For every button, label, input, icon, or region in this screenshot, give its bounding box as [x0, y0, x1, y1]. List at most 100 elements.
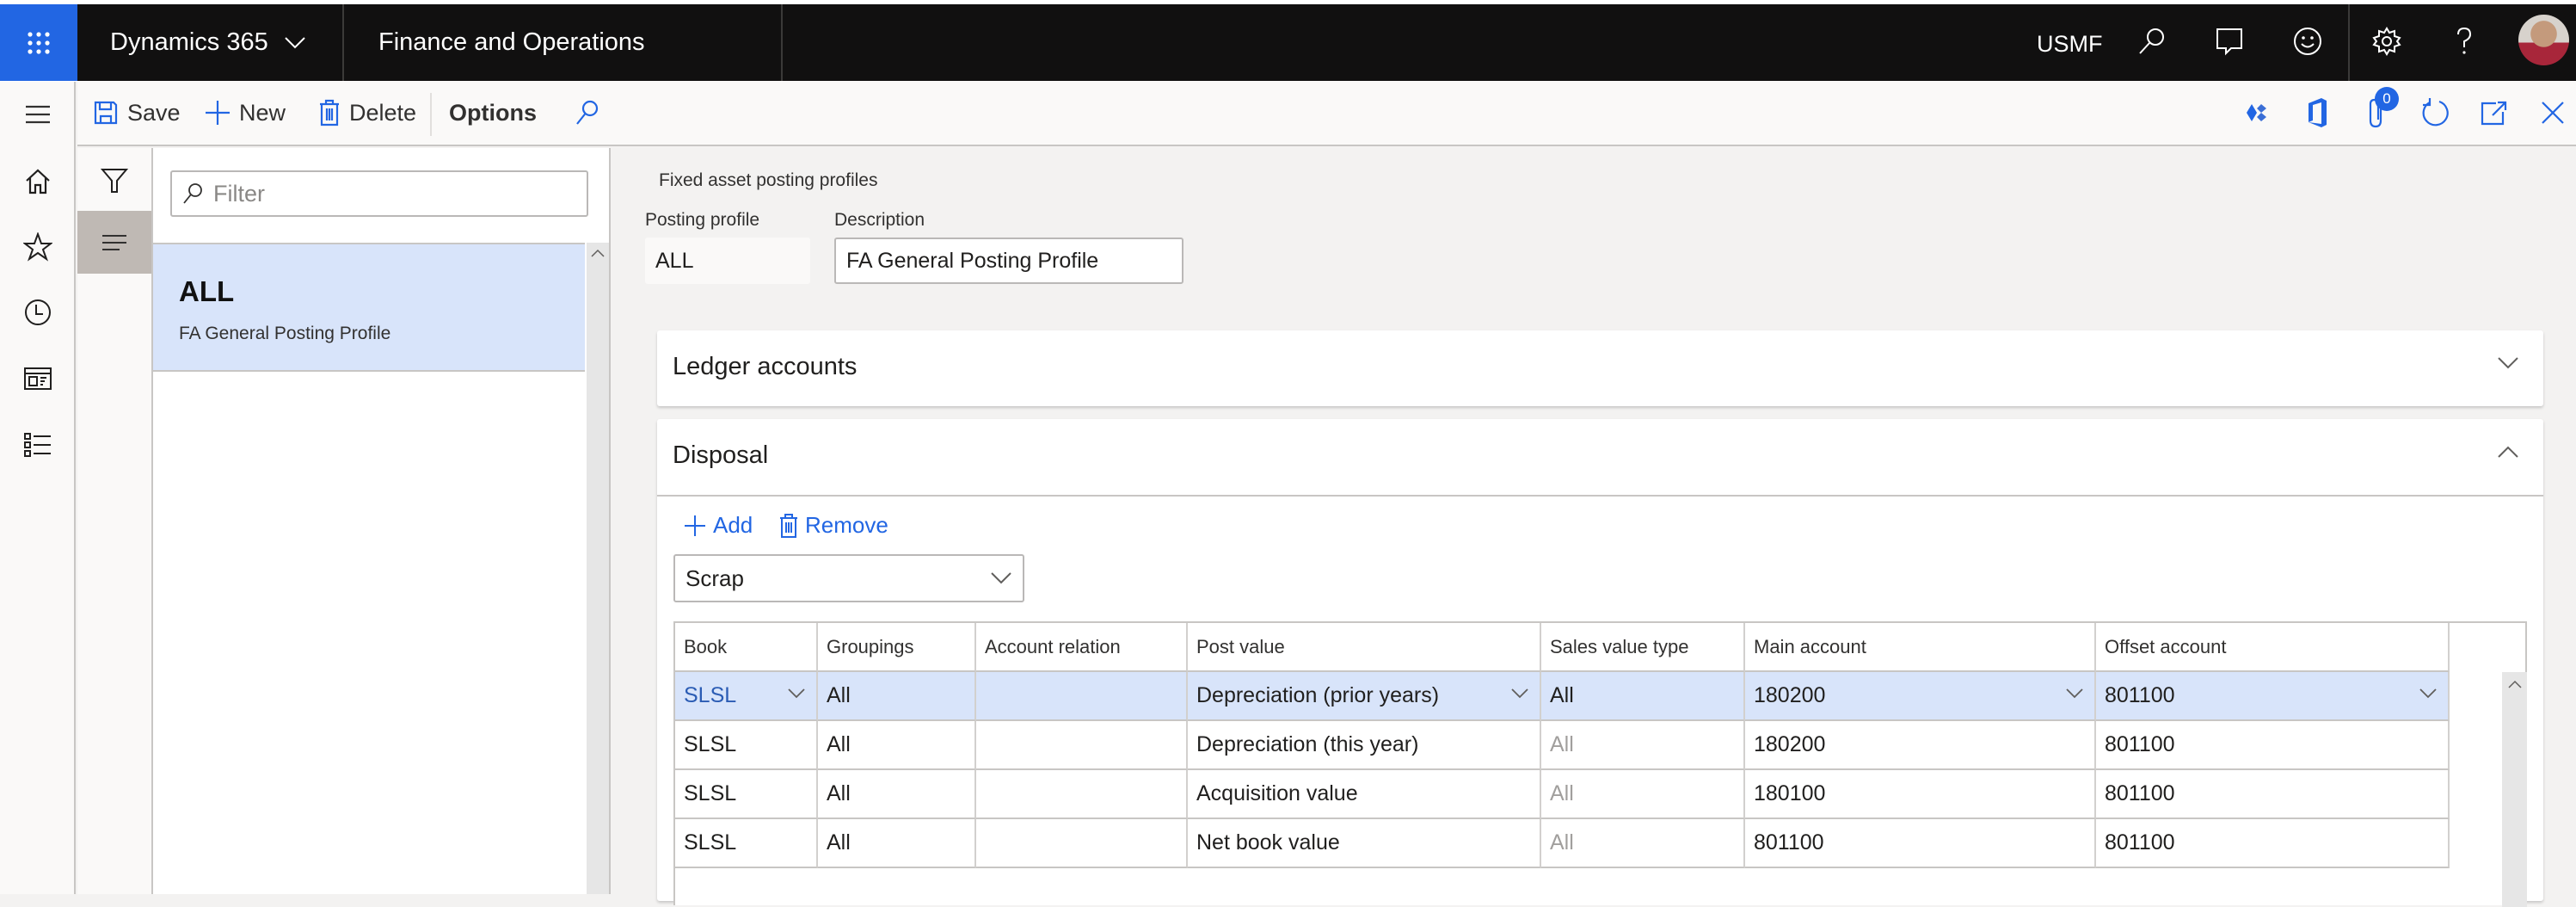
chevron-down-icon[interactable] [1510, 688, 1529, 700]
disposal-grid: Book Groupings Account relation Post val… [673, 621, 2527, 907]
list-item[interactable]: ALL FA General Posting Profile [153, 243, 585, 372]
column-header-sales-value-type[interactable]: Sales value type [1541, 623, 1745, 672]
home-icon[interactable] [21, 164, 55, 199]
app-launcher-button[interactable] [0, 4, 77, 81]
cell-post-value[interactable]: Net book value [1188, 819, 1541, 868]
cell-sales-value-type[interactable]: All [1541, 721, 1745, 770]
filter-input[interactable] [213, 180, 575, 207]
cell-book[interactable]: SLSL [675, 672, 818, 721]
cell-main-account[interactable]: 180200 [1745, 721, 2096, 770]
list-item-title: ALL [179, 275, 235, 307]
disposal-fasttab: Disposal Add Remove Scrap Book Groupings… [657, 419, 2543, 907]
cell-sales-value-type[interactable]: All [1541, 672, 1745, 721]
smiley-icon[interactable] [2290, 24, 2325, 59]
cell-sales-value-type[interactable]: All [1541, 819, 1745, 868]
navigation-pane [0, 82, 76, 894]
attachments-count-badge: 0 [2375, 87, 2399, 111]
column-header-groupings[interactable]: Groupings [818, 623, 976, 672]
chevron-down-icon [284, 36, 306, 50]
cell-groupings[interactable]: All [818, 819, 976, 868]
cell-main-account[interactable]: 180200 [1745, 672, 2096, 721]
gear-icon[interactable] [2370, 24, 2404, 59]
list-view-tab[interactable] [77, 211, 151, 274]
office-icon[interactable] [2300, 96, 2334, 130]
scroll-up-icon[interactable] [590, 248, 606, 258]
fasttab-divider [657, 495, 2543, 497]
scroll-up-icon[interactable] [2507, 679, 2523, 689]
save-button[interactable]: Save [93, 81, 181, 145]
cell-account-relation[interactable] [976, 770, 1188, 819]
open-new-window-icon[interactable] [2477, 96, 2511, 130]
company-picker[interactable]: USMF [2037, 31, 2103, 58]
power-apps-icon[interactable] [2241, 96, 2275, 130]
chat-icon[interactable] [2212, 24, 2247, 59]
cell-groupings[interactable]: All [818, 770, 976, 819]
column-header-book[interactable]: Book [675, 623, 818, 672]
cell-book[interactable]: SLSL [675, 819, 818, 868]
description-field[interactable] [834, 238, 1183, 284]
delete-label: Delete [349, 99, 417, 126]
product-switcher[interactable]: Dynamics 365 [110, 28, 306, 57]
close-icon[interactable] [2536, 96, 2570, 130]
remove-button[interactable]: Remove [779, 512, 888, 539]
list-scrollbar[interactable] [587, 243, 609, 894]
favorites-icon[interactable] [21, 230, 55, 264]
chevron-down-icon[interactable] [2419, 688, 2438, 700]
filter-field[interactable] [170, 170, 588, 217]
recent-icon[interactable] [21, 295, 55, 330]
options-tab[interactable]: Options [449, 81, 537, 145]
cell-offset-account-value: 801100 [2105, 683, 2175, 707]
cell-book[interactable]: SLSL [675, 770, 818, 819]
top-bar-divider [342, 4, 344, 81]
cell-groupings[interactable]: All [818, 672, 976, 721]
new-button[interactable]: New [205, 81, 286, 145]
modules-icon[interactable] [21, 428, 55, 462]
cell-post-value[interactable]: Acquisition value [1188, 770, 1541, 819]
disposal-header[interactable]: Disposal [657, 419, 2543, 495]
cell-post-value[interactable]: Depreciation (prior years) [1188, 672, 1541, 721]
column-header-post-value[interactable]: Post value [1188, 623, 1541, 672]
delete-button[interactable]: Delete [318, 81, 416, 145]
grid-scrollbar[interactable] [2502, 672, 2527, 907]
search-icon [575, 99, 600, 126]
cell-offset-account[interactable]: 801100 [2096, 819, 2450, 868]
new-label: New [239, 99, 286, 126]
ledger-accounts-header[interactable]: Ledger accounts [657, 330, 2543, 406]
filter-icon[interactable] [97, 164, 132, 198]
column-header-offset-account[interactable]: Offset account [2096, 623, 2450, 672]
workspaces-icon[interactable] [21, 361, 55, 396]
description-input[interactable] [846, 248, 1173, 274]
chevron-down-icon[interactable] [787, 688, 806, 700]
disposal-type-select[interactable]: Scrap [673, 554, 1024, 602]
add-button[interactable]: Add [684, 512, 753, 539]
cell-account-relation[interactable] [976, 721, 1188, 770]
help-icon[interactable] [2447, 24, 2481, 59]
list-lines-icon [101, 234, 128, 251]
column-header-account-relation[interactable]: Account relation [976, 623, 1188, 672]
chevron-down-icon [990, 571, 1012, 585]
chevron-up-icon [2497, 445, 2519, 459]
cell-sales-value-type[interactable]: All [1541, 770, 1745, 819]
list-item-subtitle: FA General Posting Profile [179, 324, 391, 343]
column-header-main-account[interactable]: Main account [1745, 623, 2096, 672]
menu-icon[interactable] [21, 97, 55, 132]
attachments-button[interactable]: 0 [2359, 87, 2399, 130]
page-caption: Fixed asset posting profiles [659, 170, 878, 190]
remove-label: Remove [805, 512, 888, 538]
cell-groupings[interactable]: All [818, 721, 976, 770]
cell-main-account[interactable]: 180100 [1745, 770, 2096, 819]
search-icon[interactable] [2135, 24, 2169, 59]
chevron-down-icon[interactable] [2065, 688, 2084, 700]
cell-account-relation[interactable] [976, 819, 1188, 868]
user-avatar[interactable] [2518, 15, 2569, 65]
cell-book[interactable]: SLSL [675, 721, 818, 770]
trash-icon [779, 513, 798, 538]
cell-offset-account[interactable]: 801100 [2096, 672, 2450, 721]
cell-post-value[interactable]: Depreciation (this year) [1188, 721, 1541, 770]
cell-offset-account[interactable]: 801100 [2096, 770, 2450, 819]
cell-offset-account[interactable]: 801100 [2096, 721, 2450, 770]
action-search-button[interactable] [575, 81, 600, 145]
cell-account-relation[interactable] [976, 672, 1188, 721]
refresh-icon[interactable] [2419, 96, 2453, 130]
cell-main-account[interactable]: 801100 [1745, 819, 2096, 868]
